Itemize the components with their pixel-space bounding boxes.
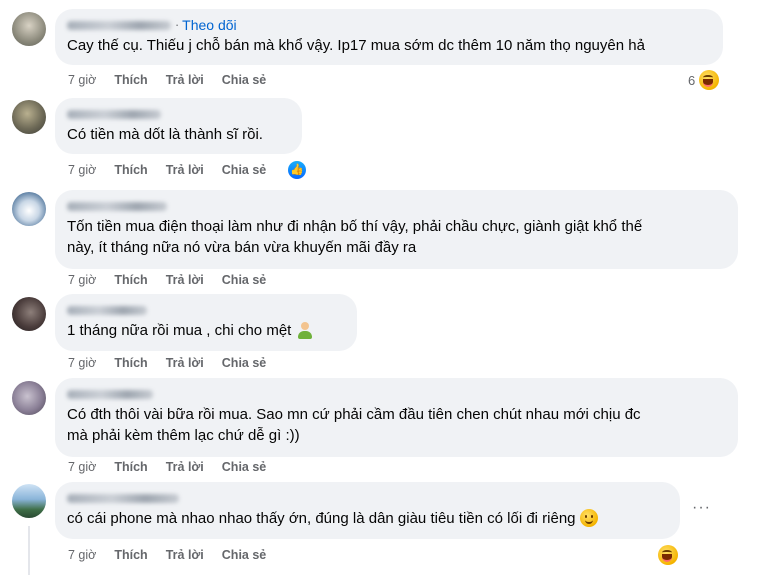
timestamp[interactable]: 7 giờ <box>68 273 96 287</box>
comment-actions: 7 giờ Thích Trả lời Chia sẻ <box>68 72 284 88</box>
comment-text: 1 tháng nữa rồi mua , chi cho mệt <box>67 320 345 341</box>
reply-button[interactable]: Trả lời <box>166 548 204 562</box>
laugh-emoji-icon <box>658 545 678 565</box>
timestamp[interactable]: 7 giờ <box>68 356 96 370</box>
reaction-summary[interactable]: 6 <box>688 70 720 90</box>
comment-text: Tốn tiền mua điện thoại làm như đi nhận … <box>67 218 643 256</box>
comment-text-content: có cái phone mà nhao nhao thấy ớn, đúng … <box>67 510 580 527</box>
avatar[interactable] <box>12 297 46 331</box>
laugh-emoji-icon <box>699 70 720 90</box>
timestamp[interactable]: 7 giờ <box>68 460 96 474</box>
comment-bubble: Có tiền mà dốt là thành sĩ rồi. <box>55 98 302 154</box>
author-name-blurred[interactable] <box>67 493 179 503</box>
author-name-blurred[interactable] <box>67 389 153 399</box>
share-button[interactable]: Chia sẻ <box>222 163 266 177</box>
comment-author[interactable] <box>67 386 726 402</box>
comment-text-content: 1 tháng nữa rồi mua , chi cho mệt <box>67 322 296 339</box>
like-button[interactable]: Thích <box>114 356 147 370</box>
reply-button[interactable]: Trả lời <box>166 73 204 87</box>
reply-button[interactable]: Trả lời <box>166 460 204 474</box>
avatar[interactable] <box>12 192 46 226</box>
avatar[interactable] <box>12 12 46 46</box>
share-button[interactable]: Chia sẻ <box>222 273 266 287</box>
comment-bubble: 1 tháng nữa rồi mua , chi cho mệt <box>55 294 357 351</box>
more-options-button[interactable]: ··· <box>692 500 711 516</box>
reply-button[interactable]: Trả lời <box>166 163 204 177</box>
timestamp[interactable]: 7 giờ <box>68 548 96 562</box>
reaction-count: 6 <box>688 72 696 88</box>
comment-text: có cái phone mà nhao nhao thấy ớn, đúng … <box>67 508 668 529</box>
comment-text: Có tiền mà dốt là thành sĩ rồi. <box>67 126 263 143</box>
comment-bubble: Có đth thôi vài bữa rồi mua. Sao mn cứ p… <box>55 378 738 457</box>
comment-actions: 7 giờ Thích Trả lời Chia sẻ <box>68 162 284 178</box>
like-button[interactable]: Thích <box>114 163 147 177</box>
timestamp[interactable]: 7 giờ <box>68 73 96 87</box>
smile-emoji-icon <box>579 509 598 527</box>
comment-actions: 7 giờ Thích Trả lời Chia sẻ <box>68 355 284 371</box>
like-button[interactable]: Thích <box>114 460 147 474</box>
comment-bubble: có cái phone mà nhao nhao thấy ớn, đúng … <box>55 482 680 539</box>
reply-button[interactable]: Trả lời <box>166 273 204 287</box>
comment-author[interactable]: · Theo dõi <box>67 17 711 33</box>
share-button[interactable]: Chia sẻ <box>222 73 266 87</box>
comment-actions: 7 giờ Thích Trả lời Chia sẻ <box>68 459 284 475</box>
like-reaction-icon[interactable]: 👍 <box>288 161 306 179</box>
comment-text: Cay thế cụ. Thiếu j chỗ bán mà khổ vậy. … <box>67 37 645 54</box>
reply-button[interactable]: Trả lời <box>166 356 204 370</box>
like-button[interactable]: Thích <box>114 548 147 562</box>
timestamp[interactable]: 7 giờ <box>68 163 96 177</box>
comment-author[interactable] <box>67 106 290 122</box>
comment-actions: 7 giờ Thích Trả lời Chia sẻ <box>68 547 284 563</box>
author-name-blurred[interactable] <box>67 20 171 30</box>
author-name-blurred[interactable] <box>67 109 161 119</box>
reply-thread-line <box>28 526 30 575</box>
avatar[interactable] <box>12 381 46 415</box>
author-name-blurred[interactable] <box>67 201 167 211</box>
follow-link[interactable]: Theo dõi <box>182 17 236 33</box>
comment-actions: 7 giờ Thích Trả lời Chia sẻ <box>68 272 284 288</box>
like-button[interactable]: Thích <box>114 73 147 87</box>
share-button[interactable]: Chia sẻ <box>222 548 266 562</box>
like-button[interactable]: Thích <box>114 273 147 287</box>
avatar[interactable] <box>12 100 46 134</box>
comment-author[interactable] <box>67 302 345 318</box>
person-emoji-icon <box>296 321 314 339</box>
separator-dot: · <box>175 18 180 32</box>
comment-author[interactable] <box>67 198 726 214</box>
comment-bubble: Tốn tiền mua điện thoại làm như đi nhận … <box>55 190 738 269</box>
avatar[interactable] <box>12 484 46 518</box>
share-button[interactable]: Chia sẻ <box>222 356 266 370</box>
comment-text: Có đth thôi vài bữa rồi mua. Sao mn cứ p… <box>67 406 641 444</box>
reaction-summary[interactable] <box>654 545 678 565</box>
comment-author[interactable] <box>67 490 668 506</box>
author-name-blurred[interactable] <box>67 305 147 315</box>
comment-bubble: · Theo dõi Cay thế cụ. Thiếu j chỗ bán m… <box>55 9 723 65</box>
share-button[interactable]: Chia sẻ <box>222 460 266 474</box>
